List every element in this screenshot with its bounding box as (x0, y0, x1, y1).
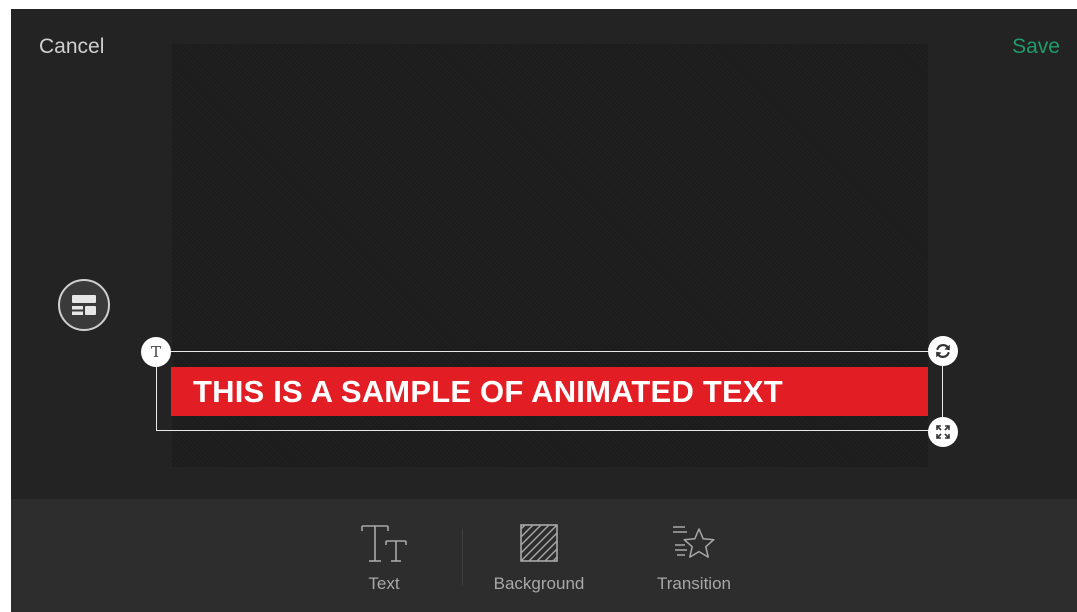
text-tool-label: Text (368, 574, 400, 593)
transition-tool-button[interactable]: Transition (624, 499, 764, 612)
bottom-toolbar: Text Background Transition (11, 499, 1077, 612)
rotate-handle[interactable] (928, 336, 958, 366)
text-size-icon (361, 525, 407, 562)
animated-text-banner[interactable]: THIS IS A SAMPLE OF ANIMATED TEXT (171, 367, 928, 416)
transition-tool-label: Transition (656, 574, 731, 593)
layout-icon (72, 295, 96, 315)
toolbar-divider (462, 529, 463, 585)
background-hatch-icon (520, 524, 558, 562)
text-glyph-icon: T (150, 343, 161, 361)
layout-button[interactable] (58, 279, 110, 331)
star-transition-icon (673, 526, 715, 558)
cancel-button[interactable]: Cancel (39, 35, 104, 59)
video-text-editor: Cancel Save THIS IS A SAMPLE OF ANIMATED… (11, 9, 1077, 612)
background-tool-button[interactable]: Background (469, 499, 609, 612)
expand-icon (936, 425, 950, 439)
background-tool-label: Background (493, 574, 585, 593)
rotate-icon (936, 344, 950, 358)
save-button[interactable]: Save (1012, 35, 1060, 59)
animated-text: THIS IS A SAMPLE OF ANIMATED TEXT (193, 373, 783, 409)
edit-text-handle[interactable]: T (141, 337, 171, 367)
text-tool-button[interactable]: Text (314, 499, 454, 612)
resize-handle[interactable] (928, 417, 958, 447)
